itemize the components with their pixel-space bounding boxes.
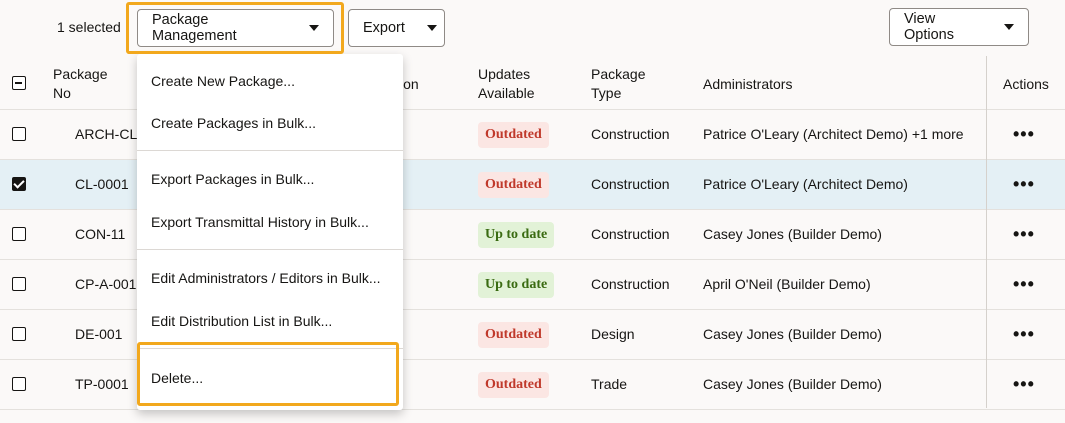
package-type: Construction: [591, 176, 670, 192]
package-type: Trade: [591, 376, 628, 392]
menu-separator: [137, 348, 403, 349]
view-options-button[interactable]: View Options: [889, 8, 1029, 46]
menu-item-edit-distribution-list-bulk[interactable]: Edit Distribution List in Bulk...: [151, 313, 332, 329]
header-updates-available[interactable]: Updates Available: [478, 65, 548, 103]
row-checkbox[interactable]: [12, 277, 26, 291]
export-label: Export: [363, 20, 405, 36]
package-type: Construction: [591, 276, 670, 292]
package-no[interactable]: CON-11: [75, 226, 125, 242]
package-management-label: Package Management: [152, 12, 237, 44]
package-type: Design: [591, 326, 635, 342]
row-checkbox[interactable]: [12, 177, 26, 191]
more-actions-icon[interactable]: •••: [1013, 224, 1035, 245]
view-options-label: View Options: [904, 11, 954, 43]
more-actions-icon[interactable]: •••: [1013, 124, 1035, 145]
export-button[interactable]: Export: [348, 9, 445, 47]
package-no[interactable]: CP-A-001: [75, 276, 136, 292]
more-actions-icon[interactable]: •••: [1013, 324, 1035, 345]
header-package-type[interactable]: Package Type: [591, 65, 651, 103]
caret-down-icon: [309, 25, 319, 31]
administrators: Patrice O'Leary (Architect Demo): [703, 176, 908, 192]
package-management-button[interactable]: Package Management: [137, 9, 334, 47]
menu-item-create-new-package[interactable]: Create New Package...: [151, 73, 295, 89]
more-actions-icon[interactable]: •••: [1013, 274, 1035, 295]
package-type: Construction: [591, 226, 670, 242]
package-no[interactable]: DE-001: [75, 326, 122, 342]
package-type: Construction: [591, 126, 670, 142]
header-administrators[interactable]: Administrators: [703, 75, 792, 94]
administrators: April O'Neil (Builder Demo): [703, 276, 871, 292]
administrators: Casey Jones (Builder Demo): [703, 376, 882, 392]
header-package-no[interactable]: Package No: [53, 65, 113, 103]
status-badge: Outdated: [478, 372, 549, 398]
more-actions-icon[interactable]: •••: [1013, 174, 1035, 195]
menu-separator: [137, 150, 403, 151]
package-no[interactable]: ARCH-CL-: [75, 126, 142, 142]
menu-item-export-transmittal-history-bulk[interactable]: Export Transmittal History in Bulk...: [151, 214, 369, 230]
row-checkbox[interactable]: [12, 227, 26, 241]
status-badge: Up to date: [478, 222, 555, 248]
row-checkbox[interactable]: [12, 377, 26, 391]
menu-item-create-packages-bulk[interactable]: Create Packages in Bulk...: [151, 115, 316, 131]
status-badge: Outdated: [478, 122, 549, 148]
header-actions: Actions: [1003, 76, 1049, 92]
menu-item-export-packages-bulk[interactable]: Export Packages in Bulk...: [151, 171, 314, 187]
caret-down-icon: [426, 25, 437, 31]
menu-item-edit-administrators-editors-bulk[interactable]: Edit Administrators / Editors in Bulk...: [151, 270, 381, 286]
status-badge: Outdated: [478, 172, 549, 198]
select-all-checkbox[interactable]: [12, 76, 26, 90]
selection-count: 1 selected: [57, 19, 121, 35]
row-checkbox[interactable]: [12, 127, 26, 141]
more-actions-icon[interactable]: •••: [1013, 374, 1035, 395]
status-badge: Up to date: [478, 272, 555, 298]
menu-separator: [137, 249, 403, 250]
status-badge: Outdated: [478, 322, 549, 348]
menu-item-delete[interactable]: Delete...: [151, 370, 203, 386]
toolbar: 1 selected Package Management Export Vie…: [0, 0, 1065, 56]
actions-column-divider: [986, 56, 987, 408]
administrators: Casey Jones (Builder Demo): [703, 226, 882, 242]
caret-down-icon: [1004, 24, 1014, 30]
administrators: Patrice O'Leary (Architect Demo) +1 more: [703, 126, 964, 142]
package-no[interactable]: CL-0001: [75, 176, 129, 192]
package-no[interactable]: TP-0001: [75, 376, 129, 392]
administrators: Casey Jones (Builder Demo): [703, 326, 882, 342]
row-checkbox[interactable]: [12, 327, 26, 341]
package-management-menu: Create New Package... Create Packages in…: [137, 54, 403, 410]
